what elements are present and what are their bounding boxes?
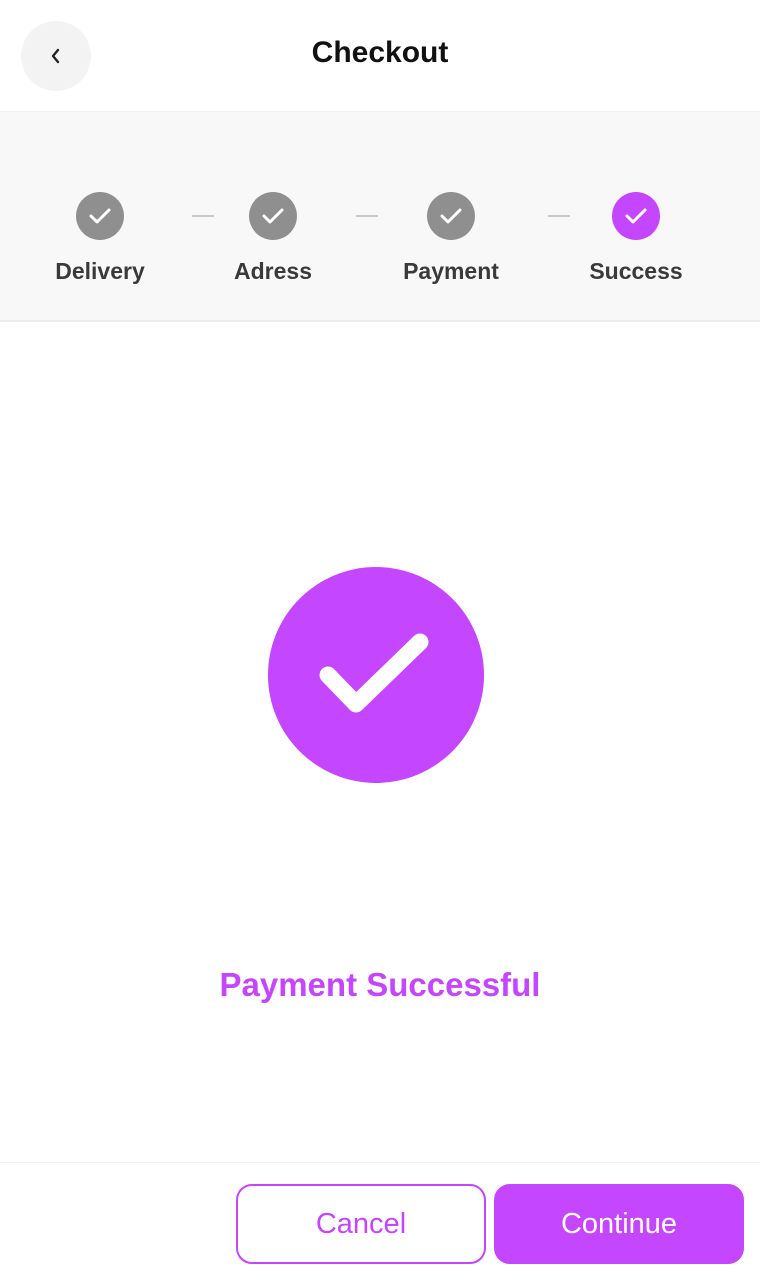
checkout-screen: Checkout Delivery Adress Payment Success…	[0, 0, 760, 1282]
check-circle-icon	[268, 567, 484, 783]
check-icon	[89, 208, 111, 224]
step-address-indicator	[249, 192, 297, 240]
step-connector	[356, 215, 378, 217]
check-icon	[262, 208, 284, 224]
check-icon	[319, 633, 429, 713]
check-icon	[625, 208, 647, 224]
footer-actions: Cancel Continue	[0, 1162, 760, 1282]
step-address-label: Adress	[234, 258, 312, 284]
step-delivery: Delivery	[25, 192, 175, 285]
page-title: Checkout	[311, 36, 449, 69]
continue-button[interactable]: Continue	[494, 1184, 744, 1264]
step-success: Success	[561, 192, 711, 285]
payment-success-message: Payment Successful	[219, 966, 541, 1003]
step-payment-label: Payment	[403, 258, 499, 284]
cancel-button[interactable]: Cancel	[236, 1184, 486, 1264]
step-delivery-indicator	[76, 192, 124, 240]
checkout-stepper: Delivery Adress Payment Success	[0, 112, 760, 322]
step-delivery-label: Delivery	[55, 258, 145, 284]
check-icon	[440, 208, 462, 224]
step-address: Adress	[198, 192, 348, 285]
step-success-label: Success	[589, 258, 683, 284]
step-payment-indicator	[427, 192, 475, 240]
header: Checkout	[0, 0, 760, 112]
step-success-indicator	[612, 192, 660, 240]
step-payment: Payment	[376, 192, 526, 285]
